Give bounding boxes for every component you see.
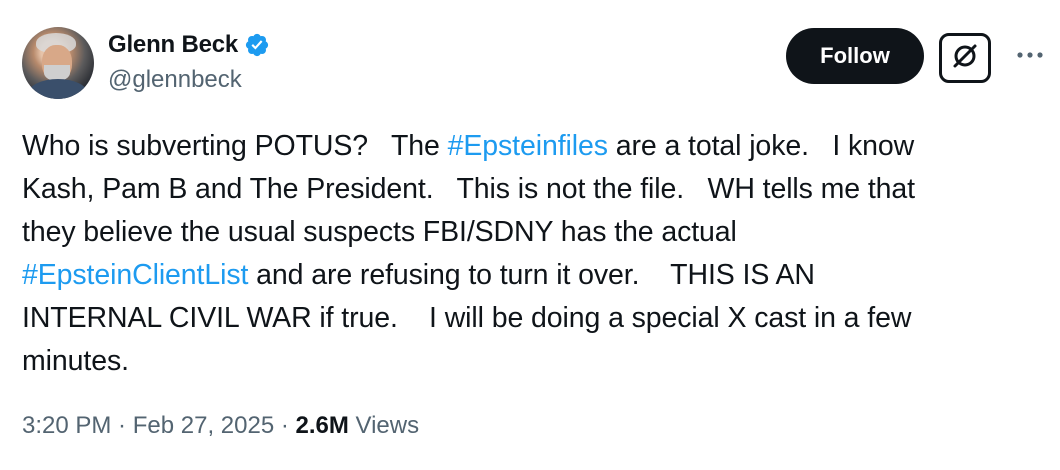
tweet-card: Glenn Beck @glennbeck Follow Who is subv…	[0, 0, 1060, 470]
tweet-line: they believe the usual suspects FBI/SDNY…	[22, 211, 1022, 254]
author-handle[interactable]: @glennbeck	[108, 66, 242, 94]
text-segment: Who is subverting POTUS? The	[22, 130, 448, 162]
text-segment: minutes.	[22, 345, 129, 377]
tweet-meta: 3:20 PM · Feb 27, 2025 · 2.6M Views	[22, 412, 419, 440]
text-segment: INTERNAL CIVIL WAR if true. I will be do…	[22, 302, 912, 334]
follow-button[interactable]: Follow	[786, 28, 924, 84]
text-segment: Kash, Pam B and The President. This is n…	[22, 173, 915, 205]
meta-separator: ·	[111, 412, 133, 439]
more-options-button[interactable]	[1010, 40, 1050, 70]
tweet-line: Kash, Pam B and The President. This is n…	[22, 168, 1022, 211]
tweet-line: minutes.	[22, 340, 1022, 383]
avatar[interactable]	[22, 27, 94, 99]
meta-separator: ·	[274, 412, 296, 439]
grok-icon	[950, 41, 980, 76]
avatar-shirt	[28, 79, 88, 99]
views-count: 2.6M	[295, 412, 349, 439]
verified-badge-icon	[244, 32, 270, 58]
hashtag-link-epsteinfiles[interactable]: #Epsteinfiles	[448, 130, 608, 162]
tweet-timestamp-time[interactable]: 3:20 PM	[22, 412, 111, 440]
text-segment: and are refusing to turn it over. THIS I…	[248, 259, 815, 291]
text-segment: they believe the usual suspects FBI/SDNY…	[22, 216, 737, 248]
text-segment: are a total joke. I know	[607, 130, 915, 162]
tweet-line: Who is subverting POTUS? The #Epsteinfil…	[22, 125, 1022, 168]
grok-button[interactable]	[939, 33, 991, 83]
hashtag-link-epsteinclientlist[interactable]: #EpsteinClientList	[22, 259, 248, 291]
tweet-line: #EpsteinClientList and are refusing to t…	[22, 254, 1022, 297]
views-label: Views	[348, 412, 420, 439]
tweet-text: Who is subverting POTUS? The #Epsteinfil…	[22, 125, 1022, 383]
tweet-line: INTERNAL CIVIL WAR if true. I will be do…	[22, 297, 1022, 340]
more-dots-icon	[1016, 46, 1044, 64]
author-display-name[interactable]: Glenn Beck	[108, 31, 238, 59]
author-name-row[interactable]: Glenn Beck	[108, 30, 270, 60]
tweet-timestamp-date[interactable]: Feb 27, 2025	[133, 412, 274, 440]
